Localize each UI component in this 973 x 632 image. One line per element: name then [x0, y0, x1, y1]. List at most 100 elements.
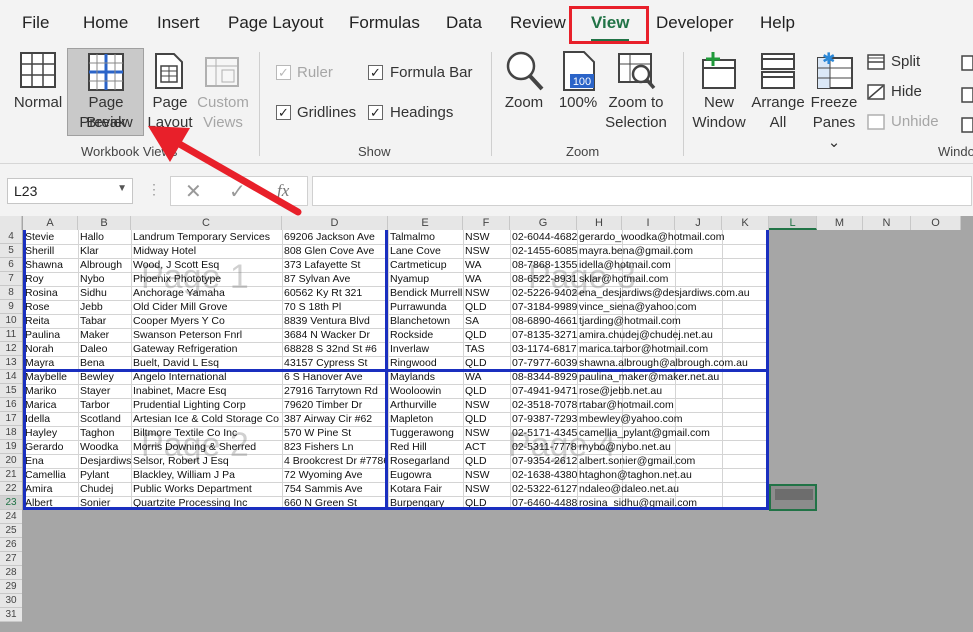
- table-cell[interactable]: QLD: [463, 454, 510, 468]
- table-cell[interactable]: ena_desjardiws@desjardiws.com.au: [577, 286, 769, 300]
- table-cell[interactable]: ndaleo@daleo.net.au: [577, 482, 769, 496]
- table-cell[interactable]: Stevie: [23, 230, 78, 244]
- table-cell[interactable]: 72 Wyoming Ave: [282, 468, 388, 482]
- table-cell[interactable]: 79620 Timber Dr: [282, 398, 388, 412]
- table-cell[interactable]: Wooloowin: [388, 384, 463, 398]
- table-cell[interactable]: Inabinet, Macre Esq: [131, 384, 282, 398]
- tab-formulas[interactable]: Formulas: [349, 13, 420, 33]
- table-cell[interactable]: Selsor, Robert J Esq: [131, 454, 282, 468]
- table-cell[interactable]: Swanson Peterson Fnrl: [131, 328, 282, 342]
- row-header-30[interactable]: 30: [0, 594, 22, 608]
- table-cell[interactable]: Eugowra: [388, 468, 463, 482]
- table-cell[interactable]: Maybelle: [23, 370, 78, 384]
- table-cell[interactable]: Midway Hotel: [131, 244, 282, 258]
- page-break-preview-button[interactable]: Page Break Preview: [67, 48, 144, 136]
- table-cell[interactable]: mayra.bena@gmail.com: [577, 244, 769, 258]
- table-cell[interactable]: albert.sonier@gmail.com: [577, 454, 769, 468]
- row-header-26[interactable]: 26: [0, 538, 22, 552]
- row-header-10[interactable]: 10: [0, 314, 22, 328]
- table-cell[interactable]: Hallo: [78, 230, 131, 244]
- column-header-g[interactable]: G: [510, 216, 577, 230]
- row-header-11[interactable]: 11: [0, 328, 22, 342]
- table-cell[interactable]: Mapleton: [388, 412, 463, 426]
- table-cell[interactable]: NSW: [463, 398, 510, 412]
- table-cell[interactable]: Rockside: [388, 328, 463, 342]
- table-cell[interactable]: Purrawunda: [388, 300, 463, 314]
- table-cell[interactable]: 69206 Jackson Ave: [282, 230, 388, 244]
- tab-data[interactable]: Data: [446, 13, 482, 33]
- table-cell[interactable]: idella@hotmail.com: [577, 258, 769, 272]
- row-header-27[interactable]: 27: [0, 552, 22, 566]
- row-header-15[interactable]: 15: [0, 384, 22, 398]
- row-header-4[interactable]: 4: [0, 230, 22, 244]
- table-cell[interactable]: Anchorage Yamaha: [131, 286, 282, 300]
- table-cell[interactable]: NSW: [463, 244, 510, 258]
- row-header-19[interactable]: 19: [0, 440, 22, 454]
- row-header-7[interactable]: 7: [0, 272, 22, 286]
- table-cell[interactable]: Biltmore Textile Co Inc: [131, 426, 282, 440]
- row-header-6[interactable]: 6: [0, 258, 22, 272]
- table-cell[interactable]: QLD: [463, 412, 510, 426]
- table-cell[interactable]: 07-9354-2612: [510, 454, 577, 468]
- table-cell[interactable]: Nybo: [78, 272, 131, 286]
- table-cell[interactable]: 02-1455-6085: [510, 244, 577, 258]
- row-header-22[interactable]: 22: [0, 482, 22, 496]
- table-cell[interactable]: NSW: [463, 468, 510, 482]
- row-header-28[interactable]: 28: [0, 566, 22, 580]
- table-cell[interactable]: Chudej: [78, 482, 131, 496]
- table-cell[interactable]: NSW: [463, 286, 510, 300]
- table-cell[interactable]: Ena: [23, 454, 78, 468]
- table-cell[interactable]: Tuggerawong: [388, 426, 463, 440]
- table-cell[interactable]: rose@jebb.net.au: [577, 384, 769, 398]
- table-cell[interactable]: WA: [463, 370, 510, 384]
- row-header-23[interactable]: 23: [0, 496, 22, 510]
- table-cell[interactable]: Buelt, David L Esq: [131, 356, 282, 370]
- table-cell[interactable]: NSW: [463, 482, 510, 496]
- table-cell[interactable]: Paulina: [23, 328, 78, 342]
- column-header-m[interactable]: M: [817, 216, 863, 230]
- chevron-down-icon[interactable]: ▼: [117, 183, 127, 194]
- tab-help[interactable]: Help: [760, 13, 795, 33]
- table-cell[interactable]: QLD: [463, 300, 510, 314]
- table-cell[interactable]: QLD: [463, 328, 510, 342]
- row-header-25[interactable]: 25: [0, 524, 22, 538]
- table-cell[interactable]: 07-8135-3271: [510, 328, 577, 342]
- table-cell[interactable]: 08-8344-8929: [510, 370, 577, 384]
- tab-insert[interactable]: Insert: [157, 13, 200, 33]
- table-cell[interactable]: Idella: [23, 412, 78, 426]
- table-cell[interactable]: 68828 S 32nd St #6: [282, 342, 388, 356]
- table-cell[interactable]: Jebb: [78, 300, 131, 314]
- table-cell[interactable]: 02-5311-7778: [510, 440, 577, 454]
- table-cell[interactable]: Sidhu: [78, 286, 131, 300]
- table-cell[interactable]: rtabar@hotmail.com: [577, 398, 769, 412]
- table-cell[interactable]: gerardo_woodka@hotmail.com: [577, 230, 769, 244]
- tab-review[interactable]: Review: [510, 13, 566, 33]
- table-cell[interactable]: 08-7868-1355: [510, 258, 577, 272]
- column-header-i[interactable]: I: [622, 216, 675, 230]
- table-cell[interactable]: Marica: [23, 398, 78, 412]
- column-header-n[interactable]: N: [863, 216, 911, 230]
- table-cell[interactable]: 4 Brookcrest Dr #7786: [282, 454, 388, 468]
- table-cell[interactable]: QLD: [463, 356, 510, 370]
- table-cell[interactable]: paulina_maker@maker.net.au: [577, 370, 769, 384]
- table-cell[interactable]: Angelo International: [131, 370, 282, 384]
- table-cell[interactable]: 823 Fishers Ln: [282, 440, 388, 454]
- table-cell[interactable]: Rosina: [23, 286, 78, 300]
- table-cell[interactable]: Kotara Fair: [388, 482, 463, 496]
- row-header-24[interactable]: 24: [0, 510, 22, 524]
- table-cell[interactable]: Rose: [23, 300, 78, 314]
- table-cell[interactable]: 08-6890-4661: [510, 314, 577, 328]
- table-cell[interactable]: 43157 Cypress St: [282, 356, 388, 370]
- table-cell[interactable]: 02-5322-6127: [510, 482, 577, 496]
- table-cell[interactable]: Inverlaw: [388, 342, 463, 356]
- table-cell[interactable]: NSW: [463, 230, 510, 244]
- table-cell[interactable]: 373 Lafayette St: [282, 258, 388, 272]
- table-cell[interactable]: 60562 Ky Rt 321: [282, 286, 388, 300]
- table-cell[interactable]: Norah: [23, 342, 78, 356]
- tab-file[interactable]: File: [22, 13, 49, 33]
- table-cell[interactable]: 570 W Pine St: [282, 426, 388, 440]
- table-cell[interactable]: Cooper Myers Y Co: [131, 314, 282, 328]
- table-cell[interactable]: sklar@hotmail.com: [577, 272, 769, 286]
- column-header-f[interactable]: F: [463, 216, 510, 230]
- table-cell[interactable]: Blanchetown: [388, 314, 463, 328]
